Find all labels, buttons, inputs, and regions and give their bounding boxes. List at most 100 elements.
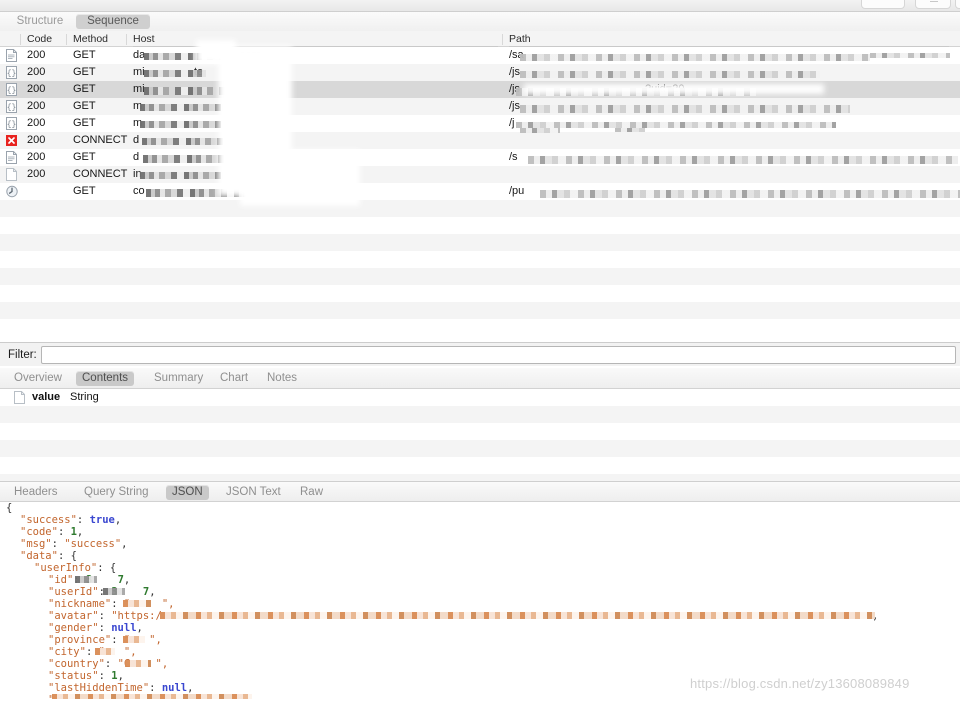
json-token: null: [161, 682, 188, 694]
filter-input[interactable]: [41, 346, 956, 364]
json-token: "gender": [48, 622, 99, 634]
tab-json[interactable]: JSON: [166, 485, 209, 500]
tab-headers[interactable]: Headers: [8, 485, 63, 500]
column-header-method[interactable]: Method: [73, 33, 108, 46]
cell-host: d: [133, 134, 140, 146]
table-row[interactable]: 200 CONNECT d m: [0, 132, 960, 149]
cell-host-tail: n: [265, 83, 272, 95]
table-row-empty[interactable]: [0, 302, 960, 319]
toolbar-button-3[interactable]: [955, 0, 960, 9]
table-row[interactable]: {} 200 GET m/js h: [0, 98, 960, 115]
cell-host: in: [133, 168, 142, 180]
column-header-path[interactable]: Path: [509, 33, 531, 46]
table-row[interactable]: {} 200 GET m/j h: [0, 115, 960, 132]
tab-sequence[interactable]: Sequence: [76, 14, 150, 29]
json-token: :: [76, 514, 90, 526]
window-toolbar-strip: [0, 0, 960, 12]
cell-host-tail: h: [236, 117, 243, 129]
tab-raw[interactable]: Raw: [294, 485, 329, 500]
redaction-bar: [160, 612, 875, 619]
document-icon: [6, 151, 17, 164]
json-token: "avatar": [48, 610, 99, 622]
column-divider[interactable]: [502, 34, 503, 45]
request-table-body[interactable]: 200 GET da/sa com{} 200 GET mi/js te{} 200 GET mi /…: [0, 47, 960, 335]
list-item-empty[interactable]: [0, 474, 960, 481]
table-row-empty[interactable]: [0, 319, 960, 335]
list-item[interactable]: value String: [0, 389, 960, 406]
json-token: ,: [117, 670, 124, 682]
json-token: ",: [161, 598, 175, 610]
cell-path: /js: [509, 100, 520, 112]
json-viewer[interactable]: {"success": true, "code": 1, "msg": "succe…: [0, 502, 960, 703]
table-row[interactable]: {} 200 GET mi/js n ?uid=20: [0, 81, 960, 98]
clock-icon: [6, 185, 18, 198]
list-item-empty[interactable]: [0, 406, 960, 423]
cell-method: GET: [73, 49, 96, 61]
error-x-icon: [6, 134, 17, 147]
filter-bar: Filter:: [0, 342, 960, 366]
json-line: "data": {: [0, 550, 960, 562]
json-line: "gender": null,: [0, 622, 960, 634]
view-tab-bar: Structure Sequence: [0, 12, 960, 31]
table-row[interactable]: 200 CONNECT in m: [0, 166, 960, 183]
list-item-empty[interactable]: [0, 457, 960, 474]
tab-query-string[interactable]: Query String: [78, 485, 155, 500]
column-header-host[interactable]: Host: [133, 33, 155, 46]
plus-icon: [930, 1, 938, 2]
cell-host: m: [133, 117, 143, 129]
table-row-empty[interactable]: [0, 200, 960, 217]
blank-page-icon: [6, 168, 17, 181]
table-row-empty[interactable]: [0, 268, 960, 285]
json-token: "province": [48, 634, 112, 646]
table-row-empty[interactable]: [0, 285, 960, 302]
column-divider[interactable]: [66, 34, 67, 45]
cell-method: GET: [73, 66, 96, 78]
tab-json-text[interactable]: JSON Text: [220, 485, 287, 500]
cell-code: 200: [27, 151, 46, 163]
json-token: ",: [155, 658, 169, 670]
json-icon: {}: [6, 117, 17, 130]
json-icon: {}: [6, 66, 17, 79]
column-divider[interactable]: [126, 34, 127, 45]
cell-host-tail: h: [236, 100, 243, 112]
table-row[interactable]: 200 GET d/s: [0, 149, 960, 166]
list-item-empty[interactable]: [0, 423, 960, 440]
cell-path: /pu: [509, 185, 525, 197]
table-row[interactable]: {} 200 GET mi/js te: [0, 64, 960, 81]
list-item-empty[interactable]: [0, 440, 960, 457]
tab-overview[interactable]: Overview: [8, 371, 68, 386]
cell-code: 200: [27, 83, 46, 95]
toolbar-button-1[interactable]: [861, 0, 905, 9]
column-divider[interactable]: [20, 34, 21, 45]
cell-host-tail: com: [240, 49, 261, 61]
tab-summary[interactable]: Summary: [148, 371, 209, 386]
json-token: {: [70, 550, 77, 562]
json-token: "country": [48, 658, 105, 670]
table-row-empty[interactable]: [0, 234, 960, 251]
column-header-code[interactable]: Code: [27, 33, 52, 46]
cell-host: d: [133, 151, 140, 163]
cell-host-tail: m: [250, 134, 260, 146]
tab-notes[interactable]: Notes: [261, 371, 303, 386]
cell-code: 200: [27, 66, 46, 78]
tab-structure[interactable]: Structure: [10, 14, 70, 29]
json-token: "userInfo": [34, 562, 98, 574]
table-row-empty[interactable]: [0, 217, 960, 234]
json-token: :: [85, 646, 99, 658]
contents-list[interactable]: value String: [0, 389, 960, 481]
request-table-header: Code Method Host Path: [0, 31, 960, 47]
json-token: "success": [20, 514, 77, 526]
body-tab-bar: Headers Query String JSON JSON Text Raw: [0, 481, 960, 502]
table-row-empty[interactable]: [0, 251, 960, 268]
table-row[interactable]: GET co/pu n: [0, 183, 960, 200]
tab-chart[interactable]: Chart: [214, 371, 254, 386]
json-token: "userId": [48, 586, 99, 598]
tab-contents[interactable]: Contents: [76, 371, 135, 386]
table-row[interactable]: 200 GET da/sa com: [0, 47, 960, 64]
json-token: :: [98, 586, 112, 598]
json-token: "data": [20, 550, 58, 562]
json-line: "userInfo": {: [0, 562, 960, 574]
json-token: :: [111, 634, 124, 646]
json-line-clipped: ": [0, 694, 960, 699]
